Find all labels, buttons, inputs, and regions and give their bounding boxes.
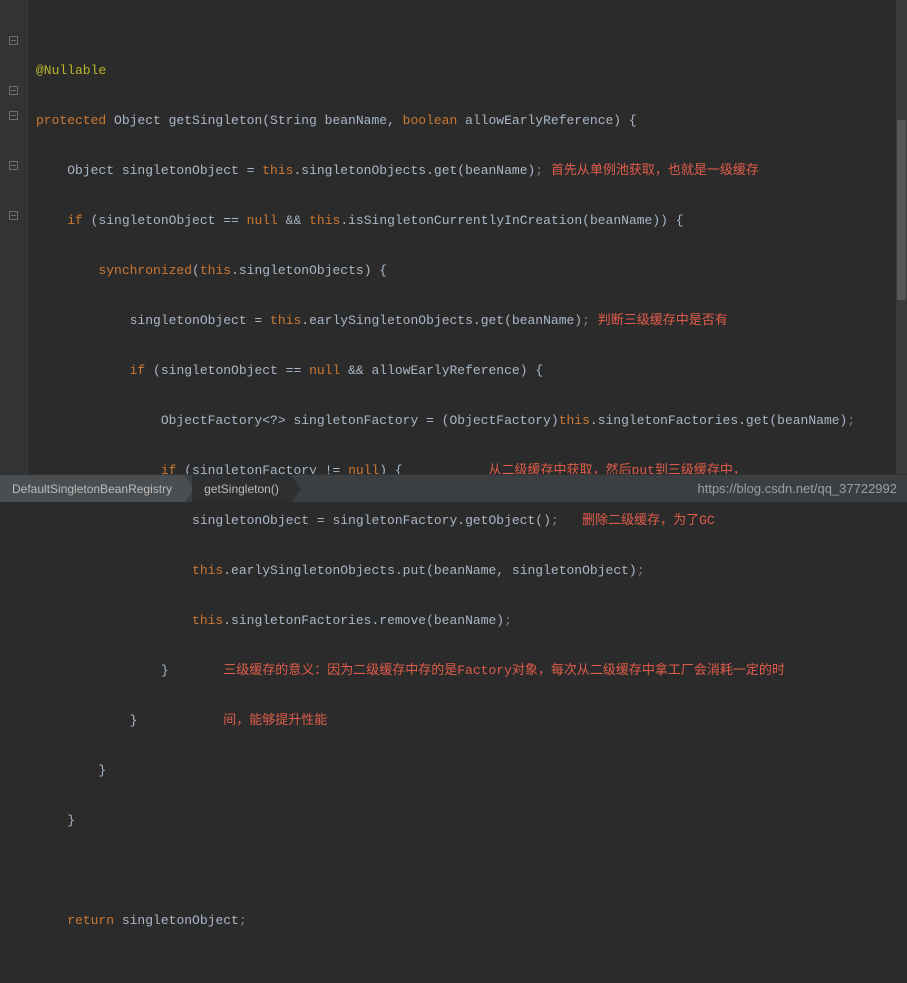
l16: } [36,813,75,828]
l5b: ( [192,263,200,278]
l3b: .singletonObjects.get(beanName) [293,163,535,178]
l12b: .singletonFactories.remove(beanName) [223,613,504,628]
code-editor[interactable]: @Nullable protected Object getSingleton(… [0,0,907,474]
kw-this7: this [192,613,223,628]
kw-this6: this [192,563,223,578]
l11a [36,563,192,578]
scrollbar-track[interactable] [896,0,907,474]
semi6: ; [504,613,512,628]
comment-l13: 三级缓存的意义：因为二级缓存中存的是Factory对象，每次从二级缓存中拿工厂会… [223,663,785,678]
l4b: (singletonObject == [83,213,247,228]
scrollbar-thumb[interactable] [897,120,906,300]
l10a: singletonObject = singletonFactory.getOb… [36,513,551,528]
kw-if: if [67,213,83,228]
l8b: .singletonFactories.get(beanName) [590,413,847,428]
l5c: .singletonObjects) { [231,263,387,278]
method-sig-b: allowEarlyReference) { [457,113,636,128]
kw-this2: this [309,213,340,228]
kw-this5: this [559,413,590,428]
semi: ; [535,163,543,178]
kw-return: return [67,913,114,928]
comment-l14: 间，能够提升性能 [223,713,327,728]
l8a: ObjectFactory<?> singletonFactory = (Obj… [36,413,559,428]
kw-this3: this [200,263,231,278]
l4a [36,213,67,228]
comment-l6: 判断三级缓存中是否有 [590,313,728,328]
semi2: ; [582,313,590,328]
kw-this: this [262,163,293,178]
breadcrumb-class-label: DefaultSingletonBeanRegistry [12,482,172,496]
breadcrumb-separator-icon [291,475,301,503]
l18b: singletonObject [114,913,239,928]
l15: } [36,763,106,778]
l7b: (singletonObject == [145,363,309,378]
breadcrumb-method-label: getSingleton() [204,482,279,496]
annotation: @Nullable [36,63,106,78]
l18a [36,913,67,928]
breadcrumb-method[interactable]: getSingleton() [192,475,291,502]
l7a [36,363,130,378]
l5a [36,263,98,278]
kw-null2: null [309,363,340,378]
kw-null: null [247,213,278,228]
l6b: .earlySingletonObjects.get(beanName) [301,313,582,328]
l3a: Object singletonObject = [36,163,262,178]
method-sig-a: Object getSingleton(String beanName, [106,113,402,128]
l12a [36,613,192,628]
semi5: ; [637,563,645,578]
semi3: ; [847,413,855,428]
kw-this4: this [270,313,301,328]
l13: } [36,663,169,678]
l4c: && [278,213,309,228]
l7c: && allowEarlyReference) { [340,363,543,378]
l11b: .earlySingletonObjects.put(beanName, sin… [223,563,636,578]
kw-if2: if [130,363,146,378]
comment-l10: 删除二级缓存，为了GC [582,513,715,528]
l6a: singletonObject = [36,313,270,328]
watermark-text: https://blog.csdn.net/qq_37722992 [698,481,898,496]
l14: } [36,713,137,728]
breadcrumb-class[interactable]: DefaultSingletonBeanRegistry [0,475,184,502]
kw-sync: synchronized [98,263,192,278]
kw-boolean: boolean [403,113,458,128]
comment-l3: 首先从单例池获取，也就是一级缓存 [543,163,759,178]
semi7: ; [239,913,247,928]
semi4: ; [551,513,559,528]
kw-protected: protected [36,113,106,128]
l4d: .isSingletonCurrentlyInCreation(beanName… [340,213,683,228]
